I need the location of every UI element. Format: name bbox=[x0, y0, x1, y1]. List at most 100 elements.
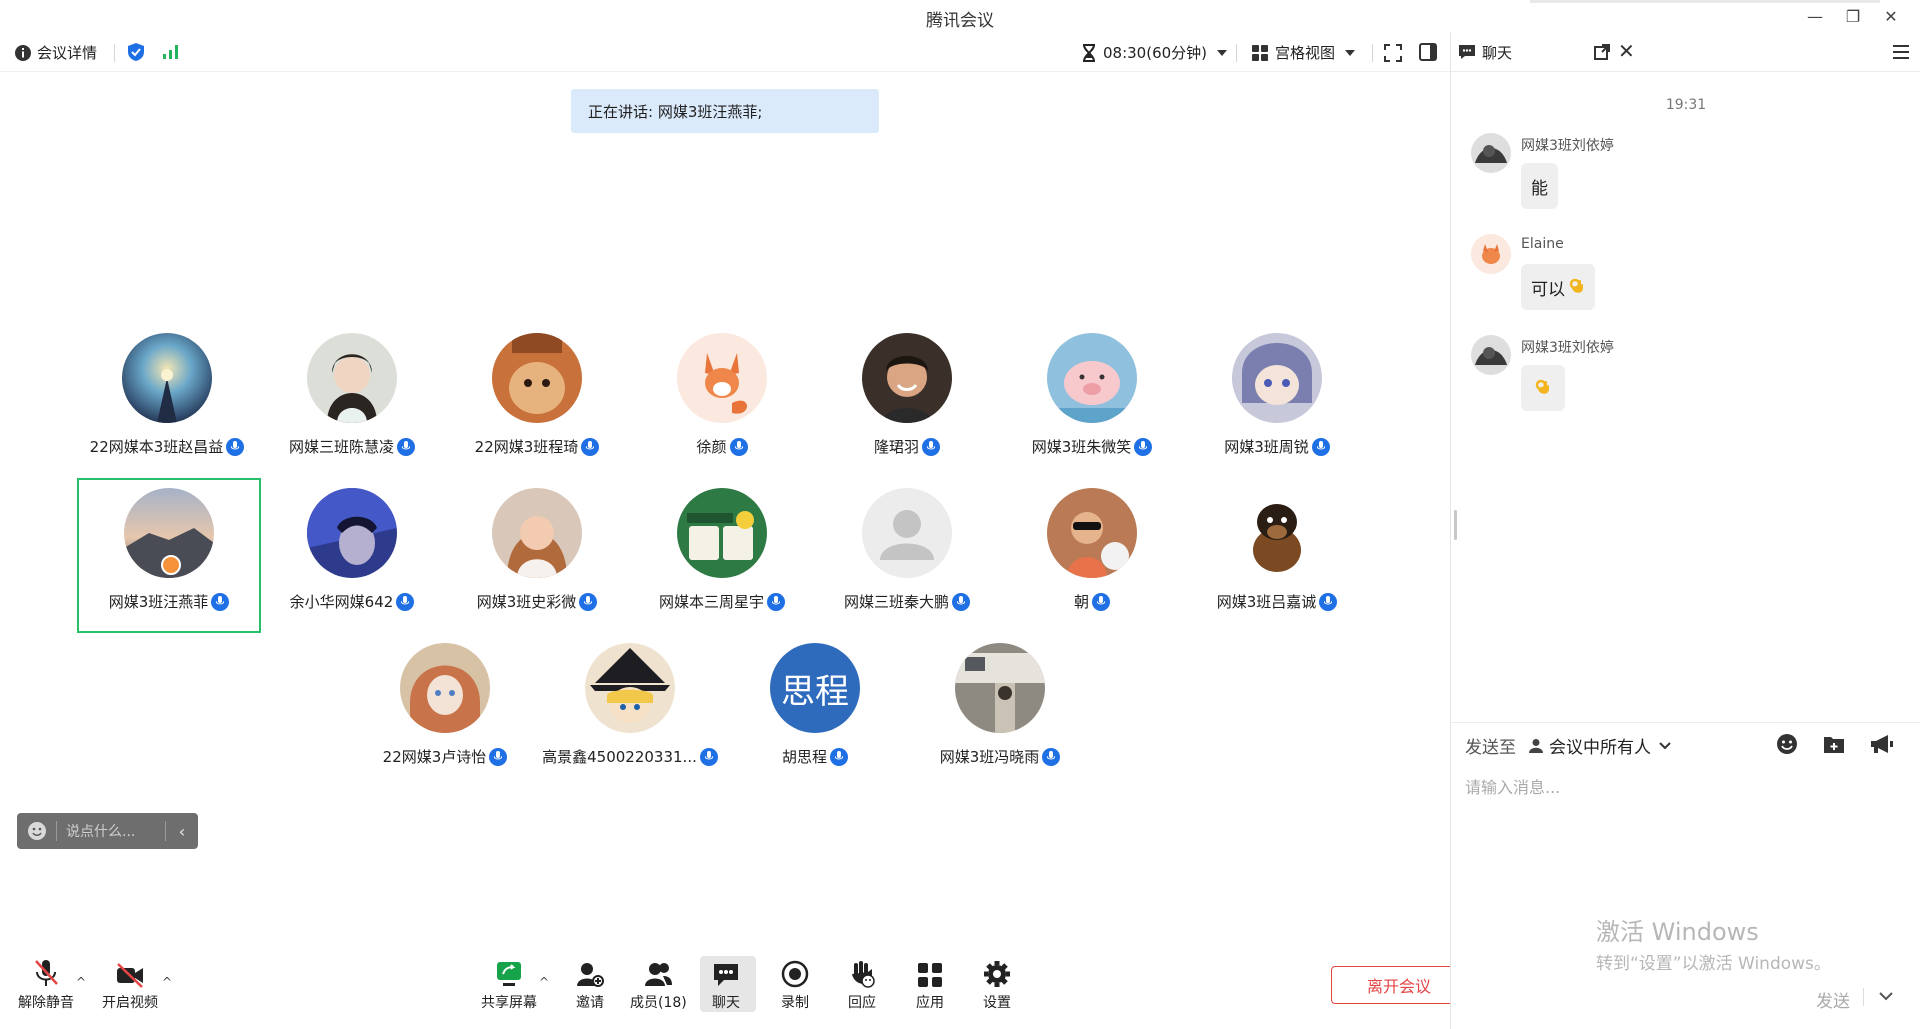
participant-tile[interactable]: 网媒3班冯晓雨 bbox=[908, 633, 1092, 788]
record-label: 录制 bbox=[781, 995, 809, 1011]
audio-options-caret-icon[interactable]: ^ bbox=[76, 975, 86, 989]
avatar bbox=[492, 488, 582, 578]
participant-name: 网媒3班汪燕菲 bbox=[108, 593, 209, 611]
recipient-selector[interactable]: 会议中所有人 bbox=[1529, 733, 1671, 758]
quick-chat-bar[interactable]: 说点什么... ‹ bbox=[17, 813, 198, 849]
participant-tile[interactable]: 网媒3班周锐 bbox=[1185, 323, 1369, 478]
toolbar-divider bbox=[1372, 44, 1373, 62]
view-mode-label: 宫格视图 bbox=[1275, 44, 1336, 62]
participant-tile[interactable]: 余小华网媒642 bbox=[260, 478, 444, 633]
mic-on-icon bbox=[767, 592, 785, 611]
apps-button[interactable]: 应用 bbox=[916, 958, 944, 1012]
participant-name: 网媒3班冯晓雨 bbox=[939, 748, 1040, 766]
leave-meeting-button[interactable]: 离开会议 bbox=[1331, 966, 1467, 1004]
mic-on-icon bbox=[1311, 437, 1330, 456]
mic-muted-icon bbox=[35, 960, 58, 986]
participant-name-row: 22网媒3卢诗怡 bbox=[353, 746, 537, 767]
emoji-picker-icon[interactable] bbox=[1776, 733, 1798, 755]
participant-tile[interactable]: 高景鑫4500220331... bbox=[538, 633, 722, 788]
share-screen-button[interactable]: 共享屏幕 bbox=[481, 958, 537, 1012]
add-user-icon bbox=[577, 963, 604, 987]
participant-name: 余小华网媒642 bbox=[289, 593, 394, 611]
participant-tile[interactable]: 思程 胡思程 bbox=[723, 633, 907, 788]
host-badge-icon bbox=[161, 555, 181, 575]
popout-icon[interactable] bbox=[1594, 44, 1610, 60]
participant-name-row: 胡思程 bbox=[723, 746, 907, 767]
panel-resize-handle[interactable] bbox=[1454, 510, 1457, 540]
gear-icon bbox=[984, 961, 1010, 987]
mic-on-icon bbox=[952, 592, 970, 611]
participant-name-row: 隆珺羽 bbox=[815, 436, 999, 457]
chat-timestamp: 19:31 bbox=[1665, 97, 1707, 113]
participant-tile[interactable]: 22网媒3班程琦 bbox=[445, 323, 629, 478]
unmute-button[interactable]: 解除静音 bbox=[18, 958, 74, 1012]
message-bubble: 能 bbox=[1521, 163, 1558, 209]
menu-icon[interactable] bbox=[1893, 45, 1909, 59]
participant-tile[interactable]: 隆珺羽 bbox=[815, 323, 999, 478]
participant-tile[interactable]: 朝 bbox=[1000, 478, 1184, 633]
meeting-info-button[interactable]: 会议详情 bbox=[14, 42, 97, 63]
participant-name: 徐颜 bbox=[696, 438, 727, 456]
top-shadow bbox=[1530, 0, 1880, 3]
record-button[interactable]: 录制 bbox=[781, 958, 809, 1012]
fullscreen-icon[interactable] bbox=[1384, 44, 1402, 62]
mic-on-icon bbox=[581, 437, 600, 456]
collapse-chevron-icon[interactable]: ‹ bbox=[166, 822, 198, 841]
participant-tile[interactable]: 网媒三班秦大鹏 bbox=[815, 478, 999, 633]
close-chat-icon[interactable]: ✕ bbox=[1618, 39, 1635, 63]
start-video-button[interactable]: 开启视频 bbox=[102, 958, 158, 1012]
participant-tile[interactable]: 网媒本三周星宇 bbox=[630, 478, 814, 633]
unmute-label: 解除静音 bbox=[18, 995, 74, 1011]
chat-button[interactable]: 聊天 bbox=[712, 958, 740, 1012]
send-button[interactable]: 发送 bbox=[1816, 987, 1850, 1012]
participant-name-row: 网媒3班史彩微 bbox=[445, 591, 629, 612]
participant-name-row: 网媒3班吕嘉诚 bbox=[1185, 591, 1369, 612]
reactions-icon bbox=[852, 961, 875, 988]
reactions-button[interactable]: 回应 bbox=[848, 958, 876, 1012]
participant-tile[interactable]: 22网媒本3班赵昌益 bbox=[75, 323, 259, 478]
settings-button[interactable]: 设置 bbox=[983, 958, 1011, 1012]
meeting-info-label: 会议详情 bbox=[37, 44, 98, 62]
watermark-line2: 转到“设置”以激活 Windows。 bbox=[1596, 954, 1831, 974]
emoji-icon[interactable] bbox=[27, 821, 47, 841]
avatar bbox=[1471, 234, 1511, 274]
participant-name: 隆珺羽 bbox=[873, 438, 919, 456]
minimize-icon[interactable]: — bbox=[1796, 4, 1834, 28]
participant-tile[interactable]: 网媒3班史彩微 bbox=[445, 478, 629, 633]
restore-icon[interactable]: ❐ bbox=[1834, 4, 1872, 28]
apps-grid-icon bbox=[918, 963, 942, 987]
security-shield-icon[interactable] bbox=[127, 42, 145, 62]
avatar bbox=[585, 643, 675, 733]
participant-tile[interactable]: 徐颜 bbox=[630, 323, 814, 478]
sidebar-toggle-icon[interactable] bbox=[1419, 43, 1437, 61]
participant-name: 网媒三班陈慧凌 bbox=[288, 438, 394, 456]
chat-icon bbox=[714, 964, 738, 986]
avatar bbox=[307, 488, 397, 578]
video-options-caret-icon[interactable]: ^ bbox=[162, 975, 172, 989]
reactions-label: 回应 bbox=[848, 995, 876, 1011]
participant-tile[interactable]: 22网媒3卢诗怡 bbox=[353, 633, 537, 788]
view-mode-button[interactable]: 宫格视图 bbox=[1252, 42, 1356, 63]
signal-strength-icon[interactable] bbox=[162, 44, 180, 60]
members-button[interactable]: 成员(18) bbox=[630, 958, 687, 1012]
window-title: 腾讯会议 bbox=[926, 11, 994, 31]
participant-tile[interactable]: 网媒三班陈慧凌 bbox=[260, 323, 444, 478]
quick-chat-input[interactable]: 说点什么... bbox=[66, 821, 165, 841]
participant-name-row: 22网媒3班程琦 bbox=[445, 436, 629, 457]
message-input[interactable]: 请输入消息... bbox=[1465, 774, 1560, 798]
message-text: 可以 bbox=[1531, 279, 1565, 300]
participant-tile[interactable]: 网媒3班朱微笑 bbox=[1000, 323, 1184, 478]
close-window-icon[interactable]: ✕ bbox=[1872, 4, 1910, 28]
meeting-timer[interactable]: 08:30(60分钟) bbox=[1082, 42, 1228, 63]
participant-tile[interactable]: 网媒3班吕嘉诚 bbox=[1185, 478, 1369, 633]
invite-button[interactable]: 邀请 bbox=[576, 958, 604, 1012]
participant-tile-active-speaker[interactable]: 网媒3班汪燕菲 bbox=[77, 478, 261, 633]
send-options-chevron-icon[interactable] bbox=[1879, 992, 1893, 1001]
mic-on-icon bbox=[830, 747, 848, 766]
chat-panel-header: 聊天 ✕ bbox=[1451, 32, 1920, 72]
file-folder-icon[interactable] bbox=[1823, 733, 1845, 755]
announcement-megaphone-icon[interactable] bbox=[1870, 733, 1894, 755]
participant-name: 网媒三班秦大鹏 bbox=[843, 593, 949, 611]
participant-name: 网媒本三周星宇 bbox=[658, 593, 764, 611]
share-options-caret-icon[interactable]: ^ bbox=[539, 975, 549, 989]
